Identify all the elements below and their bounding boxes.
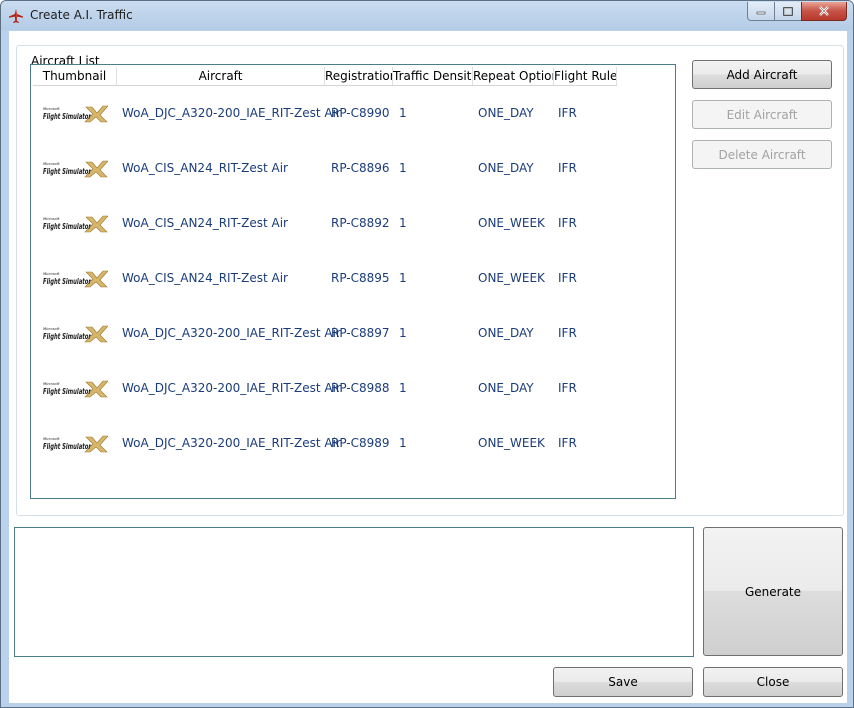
cell-aircraft: WoA_DJC_A320-200_IAE_RIT-Zest Air: [122, 436, 341, 450]
add-aircraft-button[interactable]: Add Aircraft: [692, 60, 832, 89]
cell-repeat-option: ONE_DAY: [478, 326, 534, 340]
save-button[interactable]: Save: [553, 667, 693, 697]
table-row[interactable]: Microsoft Flight Simulator WoA_CIS_AN24_RI…: [33, 141, 673, 196]
cell-flight-rules: IFR: [558, 436, 577, 450]
thumbnail-fsx-logo: MicrosoftFlight Simulator: [43, 160, 108, 178]
table-row[interactable]: Microsoft Flight Simulator WoA_CIS_AN24_RI…: [33, 196, 673, 251]
svg-text:Microsoft: Microsoft: [43, 382, 60, 386]
svg-text:Microsoft: Microsoft: [43, 162, 60, 166]
column-traffic-density[interactable]: Traffic Density: [393, 67, 473, 85]
title-bar[interactable]: Create A.I. Traffic: [1, 1, 853, 30]
cell-aircraft: WoA_CIS_AN24_RIT-Zest Air: [122, 161, 288, 175]
column-registration[interactable]: Registration: [325, 67, 393, 85]
cell-traffic-density: 1: [399, 381, 407, 395]
cell-aircraft: WoA_DJC_A320-200_IAE_RIT-Zest Air: [122, 326, 341, 340]
generate-button[interactable]: Generate: [703, 527, 843, 656]
thumbnail-fsx-logo: MicrosoftFlight Simulator: [43, 435, 108, 453]
cell-aircraft: WoA_CIS_AN24_RIT-Zest Air: [122, 271, 288, 285]
svg-text:Microsoft: Microsoft: [43, 437, 60, 441]
svg-text:Flight Simulator: Flight Simulator: [43, 332, 92, 341]
list-header: Thumbnail Aircraft Registration Traffic …: [33, 67, 617, 86]
cell-flight-rules: IFR: [558, 381, 577, 395]
edit-aircraft-button[interactable]: Edit Aircraft: [692, 100, 832, 129]
cell-registration: RP-C8990: [331, 106, 390, 120]
cell-flight-rules: IFR: [558, 216, 577, 230]
thumbnail-fsx-logo: MicrosoftFlight Simulator: [43, 270, 108, 288]
window: Create A.I. Traffic Aircraft List Thumbn…: [0, 0, 854, 708]
cell-traffic-density: 1: [399, 271, 407, 285]
table-row[interactable]: Microsoft Flight Simulator WoA_CIS_AN24_RI…: [33, 251, 673, 306]
close-window-button[interactable]: [801, 2, 847, 21]
cell-registration: RP-C8892: [331, 216, 390, 230]
thumbnail-fsx-logo: MicrosoftFlight Simulator: [43, 380, 108, 398]
column-aircraft[interactable]: Aircraft: [117, 67, 325, 85]
cell-registration: RP-C8988: [331, 381, 390, 395]
window-title: Create A.I. Traffic: [30, 8, 133, 22]
cell-flight-rules: IFR: [558, 326, 577, 340]
column-repeat-option[interactable]: Repeat Option: [473, 67, 554, 85]
cell-registration: RP-C8989: [331, 436, 390, 450]
cell-traffic-density: 1: [399, 216, 407, 230]
table-row[interactable]: Microsoft Flight Simulator WoA_DJC_A320-20…: [33, 86, 673, 141]
cell-flight-rules: IFR: [558, 161, 577, 175]
svg-text:Flight Simulator: Flight Simulator: [43, 222, 92, 231]
cell-registration: RP-C8897: [331, 326, 390, 340]
client-area: Aircraft List Thumbnail Aircraft Registr…: [9, 31, 847, 703]
svg-text:Microsoft: Microsoft: [43, 217, 60, 221]
svg-text:Flight Simulator: Flight Simulator: [43, 387, 92, 396]
cell-registration: RP-C8895: [331, 271, 390, 285]
minimize-icon: [756, 11, 766, 15]
delete-aircraft-button[interactable]: Delete Aircraft: [692, 140, 832, 169]
thumbnail-fsx-logo: MicrosoftFlight Simulator: [43, 325, 108, 343]
close-icon: [819, 6, 829, 16]
cell-registration: RP-C8896: [331, 161, 390, 175]
cell-traffic-density: 1: [399, 106, 407, 120]
cell-repeat-option: ONE_WEEK: [478, 216, 545, 230]
cell-aircraft: WoA_CIS_AN24_RIT-Zest Air: [122, 216, 288, 230]
minimize-button[interactable]: [747, 2, 775, 21]
svg-text:Microsoft: Microsoft: [43, 327, 60, 331]
table-row[interactable]: Microsoft Flight Simulator WoA_DJC_A320-20…: [33, 361, 673, 416]
svg-text:Microsoft: Microsoft: [43, 272, 60, 276]
cell-aircraft: WoA_DJC_A320-200_IAE_RIT-Zest Air: [122, 381, 341, 395]
cell-repeat-option: ONE_WEEK: [478, 436, 545, 450]
cell-traffic-density: 1: [399, 326, 407, 340]
cell-aircraft: WoA_DJC_A320-200_IAE_RIT-Zest Air: [122, 106, 341, 120]
table-row[interactable]: Microsoft Flight Simulator WoA_DJC_A320-20…: [33, 306, 673, 361]
svg-text:Flight Simulator: Flight Simulator: [43, 277, 92, 286]
svg-text:Flight Simulator: Flight Simulator: [43, 112, 92, 121]
fsx-plane-icon: [9, 9, 23, 23]
cell-repeat-option: ONE_WEEK: [478, 271, 545, 285]
aircraft-list[interactable]: Thumbnail Aircraft Registration Traffic …: [30, 64, 676, 499]
svg-text:Microsoft: Microsoft: [43, 107, 60, 111]
column-thumbnail[interactable]: Thumbnail: [33, 67, 117, 85]
cell-traffic-density: 1: [399, 161, 407, 175]
svg-text:Flight Simulator: Flight Simulator: [43, 442, 92, 451]
svg-text:Flight Simulator: Flight Simulator: [43, 167, 92, 176]
cell-traffic-density: 1: [399, 436, 407, 450]
maximize-icon: [783, 6, 793, 16]
cell-repeat-option: ONE_DAY: [478, 381, 534, 395]
cell-flight-rules: IFR: [558, 106, 577, 120]
output-textbox[interactable]: [14, 527, 694, 657]
cell-repeat-option: ONE_DAY: [478, 161, 534, 175]
cell-repeat-option: ONE_DAY: [478, 106, 534, 120]
maximize-button[interactable]: [774, 2, 802, 21]
thumbnail-fsx-logo: MicrosoftFlight Simulator: [43, 215, 108, 233]
thumbnail-fsx-logo: MicrosoftFlight Simulator: [43, 105, 108, 123]
cell-flight-rules: IFR: [558, 271, 577, 285]
table-row[interactable]: Microsoft Flight Simulator WoA_DJC_A320-20…: [33, 416, 673, 471]
column-flight-rules[interactable]: Flight Rules: [554, 67, 617, 85]
close-button[interactable]: Close: [703, 667, 843, 697]
